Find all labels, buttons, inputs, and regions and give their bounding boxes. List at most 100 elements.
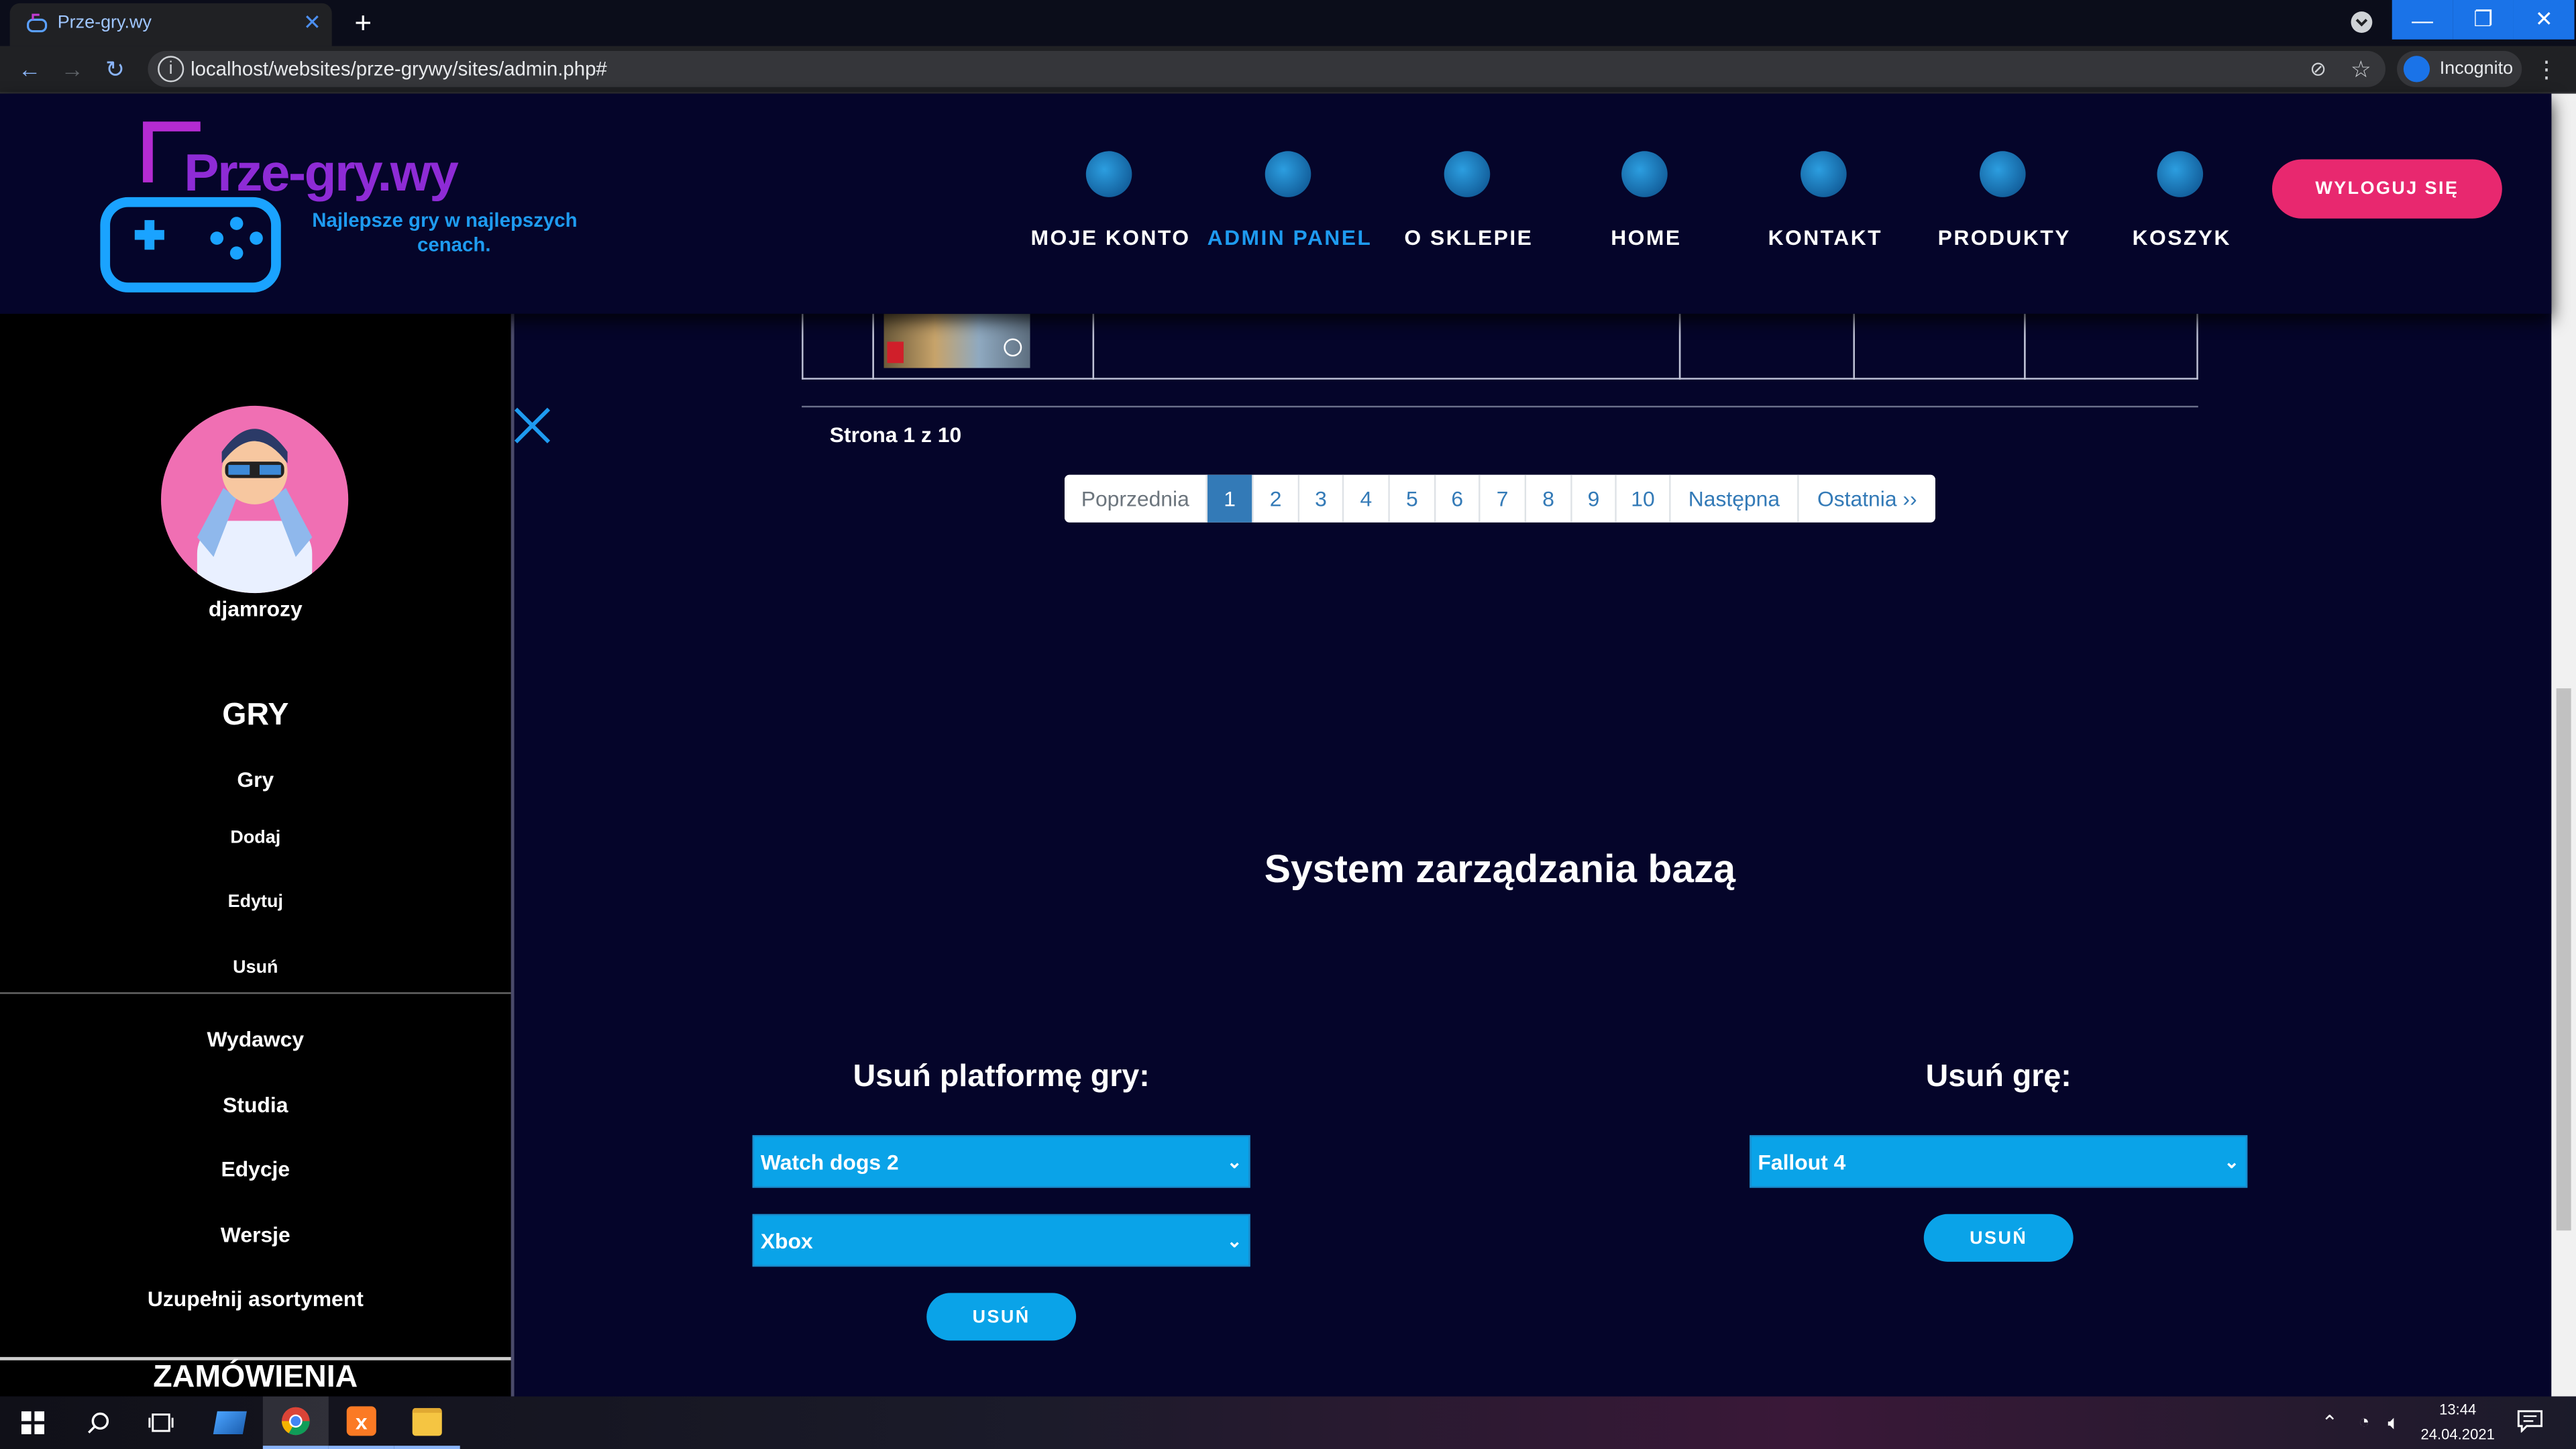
taskbar-time[interactable]: 13:44 (2415, 1401, 2500, 1417)
nav-kontakt[interactable]: KONTAKT (1735, 151, 1915, 266)
platform-game-select-value: Watch dogs 2 (760, 1149, 899, 1174)
taskbar-app-icon[interactable] (197, 1397, 263, 1449)
scrollbar-thumb[interactable] (2556, 688, 2571, 1231)
site-logo[interactable]: Prze-gry.wy Najlepsze gry w najlepszych … (99, 120, 608, 301)
nav-o-sklepie-label: O SKLEPIE (1404, 225, 1534, 250)
volume-icon[interactable]: 🔈︎ (2381, 1409, 2407, 1436)
sidebar-item-studia[interactable]: Studia (0, 1093, 511, 1118)
incognito-profile-button[interactable]: Incognito (2397, 50, 2522, 87)
browser-menu-icon[interactable]: ⋮ (2533, 52, 2559, 85)
sidebar-item-dodaj[interactable]: Dodaj (0, 828, 511, 847)
page-button-5[interactable]: 5 (1389, 474, 1436, 523)
reload-icon[interactable]: ↻ (99, 52, 131, 85)
tray-chevron-up-icon[interactable]: ⌃ (2316, 1409, 2343, 1436)
minimize-button[interactable]: — (2392, 0, 2453, 40)
nav-koszyk[interactable]: KOSZYK (2092, 151, 2272, 266)
logout-button[interactable]: WYLOGUJ SIĘ (2271, 159, 2502, 219)
sidebar-item-edycje[interactable]: Edycje (0, 1157, 511, 1181)
browser-tab[interactable]: Prze-gry.wy ✕ (9, 3, 332, 46)
table-cell-cover (872, 313, 1095, 380)
page-button-6[interactable]: 6 (1436, 474, 1481, 523)
site-info-icon[interactable]: i (158, 56, 184, 83)
page-button-3[interactable]: 3 (1299, 474, 1344, 523)
page-button-10[interactable]: 10 (1616, 474, 1671, 523)
pagination: Poprzednia 1 2 3 4 5 6 7 8 9 10 Następna… (1064, 474, 1935, 523)
chevron-down-icon: ⌄ (2224, 1153, 2239, 1173)
platform-select[interactable]: Xbox ⌄ (752, 1214, 1250, 1267)
nav-o-sklepie[interactable]: O SKLEPIE (1379, 151, 1559, 266)
page-button-9[interactable]: 9 (1572, 474, 1617, 523)
avatar (161, 405, 349, 594)
back-arrow-icon[interactable]: ← (13, 52, 46, 85)
tab-close-icon[interactable]: ✕ (299, 10, 325, 36)
table-cell (802, 313, 874, 380)
page-button-2[interactable]: 2 (1253, 474, 1300, 523)
tab-favicon-icon (26, 13, 48, 35)
browser-tab-bar (0, 0, 2576, 46)
sidebar-section-games: GRY (222, 698, 289, 733)
platform-game-select[interactable]: Watch dogs 2 ⌄ (752, 1135, 1250, 1188)
windows-start-icon[interactable] (0, 1397, 66, 1449)
nav-koszyk-label: KOSZYK (2132, 225, 2231, 250)
sidebar-item-uzupelnij[interactable]: Uzupełnij asortyment (0, 1287, 511, 1311)
nav-kontakt-label: KONTAKT (1768, 225, 1883, 250)
close-window-button[interactable]: ✕ (2513, 0, 2575, 40)
notifications-icon[interactable] (2517, 1409, 2543, 1434)
url-input[interactable]: i localhost/websites/prze-grywy/sites/ad… (148, 50, 2385, 87)
logo-title: Prze-gry.wy (184, 143, 459, 203)
restore-button[interactable]: ❐ (2453, 0, 2514, 40)
sidebar-item-wersje[interactable]: Wersje (0, 1222, 511, 1247)
nav-produkty-label: PRODUKTY (1937, 225, 2071, 250)
chevron-down-icon: ⌄ (1226, 1232, 1242, 1252)
page-prev-button[interactable]: Poprzednia (1064, 474, 1208, 523)
publisher-logo-icon (1004, 338, 1022, 357)
nav-moje-konto-label: MOJE KONTO (1030, 225, 1191, 250)
tab-search-icon[interactable] (2351, 11, 2373, 33)
nav-moje-konto[interactable]: MOJE KONTO (1020, 151, 1201, 266)
cart-icon (2157, 151, 2204, 197)
sidebar-username: djamrozy (208, 596, 303, 621)
bookmark-star-icon[interactable]: ☆ (2346, 54, 2375, 84)
table-divider (802, 405, 2198, 408)
logo-tagline-line1: Najlepsze gry w najlepszych (312, 209, 578, 232)
sidebar-item-edytuj[interactable]: Edytuj (0, 892, 511, 912)
sidebar-item-usun[interactable]: Usuń (0, 958, 511, 977)
search-icon[interactable] (66, 1397, 131, 1449)
nav-produkty[interactable]: PRODUKTY (1914, 151, 2094, 266)
pegi-rating-icon (887, 341, 904, 364)
game-cover-image (883, 313, 1030, 368)
page-button-7[interactable]: 7 (1480, 474, 1527, 523)
about-icon (1444, 151, 1491, 197)
admin-sidebar: djamrozy GRY Gry Dodaj Edytuj Usuń Wydaw… (0, 313, 515, 1397)
remove-game-button[interactable]: USUŃ (1923, 1214, 2074, 1262)
admin-icon (1265, 151, 1311, 197)
page-next-button[interactable]: Następna (1670, 474, 1799, 523)
tracking-eye-icon[interactable]: ⊘ (2303, 54, 2332, 84)
nav-admin-panel[interactable]: ADMIN PANEL (1199, 151, 1380, 266)
chrome-icon[interactable] (262, 1396, 329, 1449)
taskbar-date[interactable]: 24.04.2021 (2415, 1426, 2500, 1442)
close-sidebar-icon[interactable] (513, 406, 552, 445)
network-icon[interactable]: ◔ (2351, 1409, 2377, 1436)
forward-arrow-icon[interactable]: → (56, 52, 89, 85)
chevron-down-icon: ⌄ (1226, 1153, 1242, 1173)
remove-game-title: Usuń grę: (1925, 1059, 2072, 1095)
new-tab-button[interactable]: + (345, 5, 381, 41)
remove-platform-button[interactable]: USUŃ (926, 1293, 1077, 1341)
file-explorer-icon[interactable] (394, 1397, 460, 1449)
game-select[interactable]: Fallout 4 ⌄ (1750, 1135, 2248, 1188)
xampp-icon[interactable]: x (328, 1397, 394, 1449)
page-scrollbar[interactable] (2551, 93, 2576, 1397)
page-button-1[interactable]: 1 (1208, 474, 1254, 523)
platform-select-value: Xbox (760, 1228, 813, 1253)
table-cell (2024, 313, 2198, 380)
page-button-8[interactable]: 8 (1526, 474, 1572, 523)
account-icon (1085, 151, 1132, 197)
nav-home[interactable]: HOME (1556, 151, 1736, 266)
sidebar-item-gry[interactable]: Gry (0, 767, 511, 792)
sidebar-item-wydawcy[interactable]: Wydawcy (0, 1027, 511, 1052)
page-button-4[interactable]: 4 (1344, 474, 1390, 523)
task-view-icon[interactable] (128, 1397, 194, 1449)
incognito-icon (2403, 56, 2430, 83)
page-last-button[interactable]: Ostatnia ›› (1799, 474, 1935, 523)
